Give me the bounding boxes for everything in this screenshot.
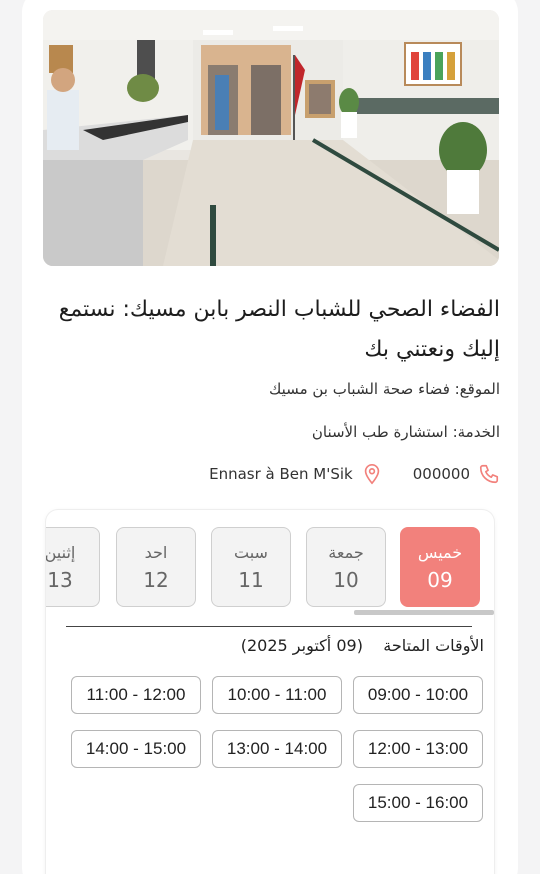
divider: [66, 626, 472, 627]
day-number: 13: [47, 568, 73, 592]
time-slot[interactable]: 10:00 - 11:00: [212, 676, 342, 714]
available-times-label: الأوقات المتاحة: [383, 636, 484, 655]
booking-panel: خميس 09 جمعة 10 سبت 11 احد 12 إثنين 13 ا…: [46, 510, 494, 874]
time-slot[interactable]: 14:00 - 15:00: [71, 730, 201, 768]
day-number: 12: [143, 568, 169, 592]
day-name: جمعة: [328, 543, 364, 562]
facility-title: الفضاء الصحي للشباب النصر بابن مسيك: نست…: [58, 297, 500, 362]
location-pin-icon[interactable]: [361, 463, 383, 485]
facility-photo: [43, 10, 499, 266]
day-name: سبت: [234, 543, 268, 562]
time-slot[interactable]: 11:00 - 12:00: [71, 676, 201, 714]
time-slot[interactable]: 09:00 - 10:00: [353, 676, 483, 714]
day-chip[interactable]: خميس 09: [400, 527, 480, 607]
day-number: 09: [427, 568, 453, 592]
day-chip[interactable]: إثنين 13: [46, 527, 100, 607]
day-chip[interactable]: احد 12: [116, 527, 196, 607]
time-slot[interactable]: 13:00 - 14:00: [212, 730, 342, 768]
available-times-heading: الأوقات المتاحة (09 أكتوبر 2025): [66, 636, 484, 655]
service-line: الخدمة: استشارة طب الأسنان: [311, 423, 500, 441]
time-slot[interactable]: 15:00 - 16:00: [353, 784, 483, 822]
day-name: احد: [144, 543, 168, 562]
location-line: الموقع: فضاء صحة الشباب بن مسيك: [269, 380, 500, 398]
day-name: خميس: [417, 543, 463, 562]
day-selector: خميس 09 جمعة 10 سبت 11 احد 12 إثنين 13: [46, 510, 494, 615]
day-number: 11: [238, 568, 264, 592]
day-number: 10: [333, 568, 359, 592]
day-chip[interactable]: جمعة 10: [306, 527, 386, 607]
time-slot[interactable]: 12:00 - 13:00: [353, 730, 483, 768]
day-chip[interactable]: سبت 11: [211, 527, 291, 607]
address-text[interactable]: Ennasr à Ben M'Sik: [209, 465, 353, 483]
day-name: إثنين: [46, 543, 76, 562]
contact-row: 000000 Ennasr à Ben M'Sik: [40, 462, 500, 486]
phone-icon[interactable]: [478, 463, 500, 485]
days-scrollbar[interactable]: [354, 610, 494, 615]
phone-number[interactable]: 000000: [413, 465, 470, 483]
available-date: (09 أكتوبر 2025): [240, 636, 363, 655]
